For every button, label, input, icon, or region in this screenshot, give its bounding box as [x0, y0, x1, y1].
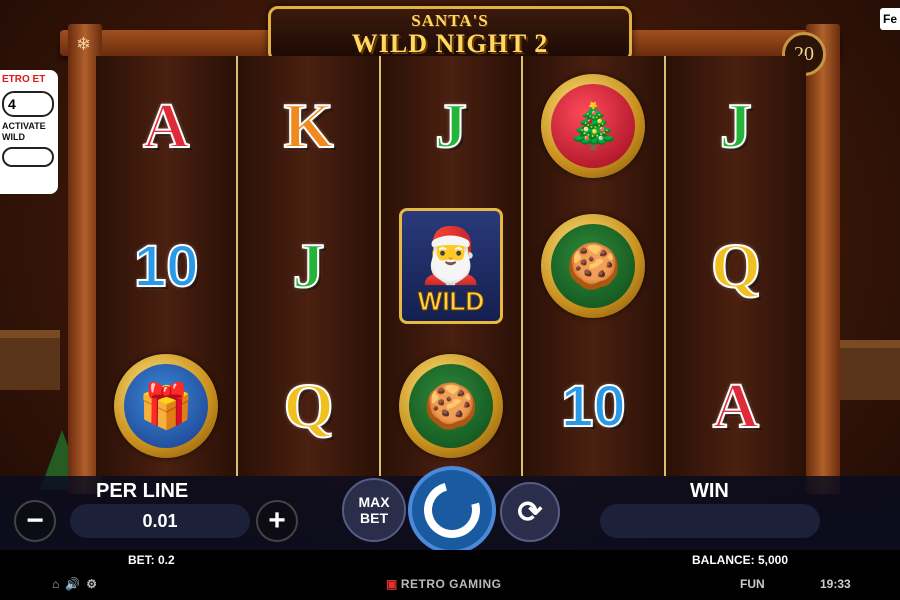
side-panel-text: ACTIVATE WILD [2, 121, 46, 142]
window-ledge-right [840, 340, 900, 400]
reel-3: J 🎅 WILD 🍪 [380, 56, 524, 476]
frame-post-right [806, 24, 840, 494]
footer-bar: ⌂ 🔊 ⚙ ▣ RETRO GAMING FUN 19:33 [0, 570, 900, 600]
symbol-letter: J [719, 89, 753, 162]
max-bet-label-2: BET [360, 510, 388, 526]
game-title-bottom: WILD NIGHT 2 [351, 29, 549, 58]
side-panel-value[interactable]: 4 [2, 91, 54, 117]
gingerbread-icon: 🍪 [551, 224, 636, 308]
symbol-cell: 🍪 [523, 196, 663, 336]
symbol-letter: A [712, 369, 760, 442]
reel-5: JQA [665, 56, 807, 476]
symbol-cell: J [238, 196, 378, 336]
window-ledge-left [0, 330, 60, 390]
wild-symbol: 🎅 WILD [399, 208, 504, 324]
reel-grid: A 10 🎁 K J Q J 🎅 WILD 🍪 🎄 🍪 10 J Q A [96, 56, 807, 476]
symbol-cell: 🎁 [96, 336, 236, 476]
symbol-medal: 🍪 [541, 214, 646, 318]
reel-4: 🎄 🍪 10 [523, 56, 666, 476]
symbol-letter: 10 [560, 373, 627, 440]
symbol-letter: 10 [133, 233, 200, 300]
increase-bet-button[interactable]: + [256, 500, 298, 542]
symbol-cell: J [381, 56, 521, 196]
per-line-value: 0.01 [70, 504, 250, 538]
symbol-letter: Q [710, 229, 762, 302]
reel-2: KJQ [238, 56, 381, 476]
wild-label: WILD [417, 286, 485, 317]
mode-label: FUN [740, 577, 765, 591]
win-label: WIN [690, 480, 729, 502]
brand-logo: ▣ RETRO GAMING [386, 577, 502, 591]
corner-tab[interactable]: Fe [880, 8, 900, 30]
symbol-cell: J [666, 56, 806, 196]
symbol-cell: Q [666, 196, 806, 336]
symbol-cell: 🎅 WILD [381, 196, 521, 336]
home-icon[interactable]: ⌂ [52, 577, 59, 591]
spin-icon [413, 471, 491, 549]
symbol-cell: A [96, 56, 236, 196]
snowflake-icon: ❄ [76, 34, 92, 54]
symbol-letter: J [292, 229, 326, 302]
gingerbread-icon: 🍪 [409, 364, 494, 448]
bet-amount: BET: 0.2 [128, 553, 175, 567]
autoplay-button[interactable]: ⟳ [500, 482, 560, 542]
game-title-top: SANTA'S [411, 11, 489, 30]
decrease-bet-button[interactable]: − [14, 500, 56, 542]
clock-time: 19:33 [820, 577, 851, 591]
balance-amount: BALANCE: 5,000 [692, 553, 789, 567]
side-panel-header: ETRO ET [2, 74, 46, 85]
symbol-cell: 🍪 [381, 336, 521, 476]
sound-icon[interactable]: 🔊 [65, 577, 80, 591]
max-bet-button[interactable]: MAX BET [342, 478, 406, 542]
symbol-cell: 🎄 [523, 56, 663, 196]
bonus-side-panel[interactable]: ETRO ET 4 ACTIVATE WILD [0, 70, 58, 194]
win-amount-display [600, 504, 820, 538]
symbol-medal: 🍪 [399, 354, 504, 458]
max-bet-label-1: MAX [358, 494, 390, 510]
gift-icon: 🎁 [124, 364, 209, 448]
game-title-plate: SANTA'S WILD NIGHT 2 [268, 6, 632, 62]
symbol-letter: A [142, 89, 190, 162]
ornament-icon: 🎄 [551, 84, 636, 168]
symbol-medal: 🎁 [114, 354, 219, 458]
bet-balance-row: BET: 0.2 BALANCE: 5,000 [0, 550, 900, 570]
symbol-letter: Q [283, 369, 335, 442]
symbol-cell: K [238, 56, 378, 196]
symbol-cell: 10 [523, 336, 663, 476]
autoplay-icon: ⟳ [517, 495, 543, 529]
symbol-letter: J [434, 89, 468, 162]
symbol-cell: A [666, 336, 806, 476]
spin-button[interactable] [408, 466, 496, 554]
symbol-medal: 🎄 [541, 74, 646, 178]
symbol-cell: Q [238, 336, 378, 476]
symbol-cell: 10 [96, 196, 236, 336]
brand-name: RETRO GAMING [400, 577, 502, 591]
symbol-letter: K [283, 89, 335, 162]
settings-icon[interactable]: ⚙ [86, 577, 97, 591]
per-line-label: PER LINE [96, 480, 189, 502]
santa-icon: 🎅 [417, 226, 485, 286]
activate-wild-button[interactable] [2, 147, 54, 167]
reel-1: A 10 🎁 [96, 56, 239, 476]
